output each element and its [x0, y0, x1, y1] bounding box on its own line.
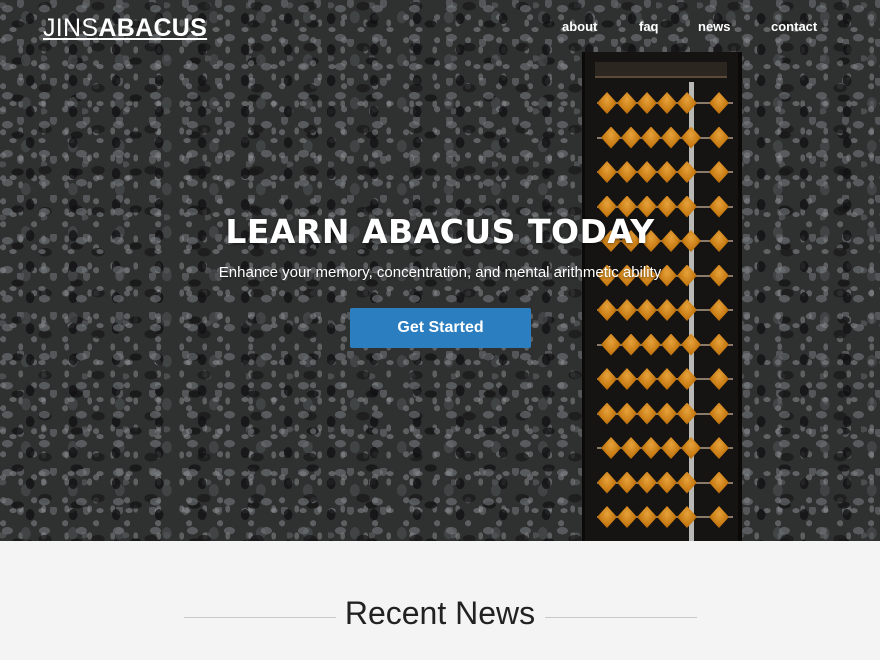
- abacus-bead: [677, 92, 697, 114]
- abacus-bead: [677, 299, 697, 321]
- abacus-bead: [597, 471, 617, 494]
- abacus-bead: [661, 126, 681, 149]
- abacus-bead: [677, 471, 697, 494]
- abacus-bead: [617, 506, 637, 528]
- abacus-bead: [681, 333, 701, 356]
- abacus-bead: [617, 368, 637, 390]
- abacus-bead: [637, 402, 657, 425]
- abacus-bead: [601, 333, 621, 356]
- abacus-bead: [601, 437, 621, 459]
- abacus-bead: [657, 92, 677, 114]
- abacus-bead: [621, 333, 641, 356]
- abacus-bead: [637, 506, 657, 528]
- abacus-bead: [597, 299, 617, 321]
- abacus-bead-row: [597, 299, 733, 321]
- abacus-bead: [637, 368, 657, 390]
- abacus-bead-row: [597, 92, 733, 114]
- abacus-bead: [657, 506, 677, 528]
- logo-light-text: JINS: [43, 14, 99, 42]
- abacus-bead: [677, 506, 697, 528]
- abacus-bead: [597, 161, 617, 183]
- abacus-bead: [621, 126, 641, 149]
- abacus-heaven-bead: [709, 471, 729, 494]
- abacus-bead: [637, 92, 657, 114]
- abacus-heaven-bead: [709, 92, 729, 114]
- abacus-heaven-bead: [709, 368, 729, 390]
- recent-news-heading: Recent News: [344, 595, 536, 631]
- abacus-bead: [661, 437, 681, 459]
- abacus-heaven-bead: [709, 333, 729, 356]
- abacus-bead: [617, 402, 637, 425]
- abacus-bead-row: [597, 126, 733, 149]
- abacus-bead: [637, 161, 657, 183]
- abacus-heaven-bead: [709, 299, 729, 321]
- abacus-bead: [677, 161, 697, 183]
- hero-section: JINSABACUS about faq news contact LEARN …: [0, 0, 880, 541]
- abacus-bead: [597, 92, 617, 114]
- abacus-bead-row: [597, 333, 733, 356]
- abacus-bead: [681, 437, 701, 459]
- abacus-bead: [597, 402, 617, 425]
- abacus-bead: [641, 333, 661, 356]
- nav-link-about[interactable]: about: [562, 19, 597, 34]
- abacus-bead: [641, 126, 661, 149]
- abacus-bead: [621, 437, 641, 459]
- logo-bold-text: ABACUS: [98, 14, 208, 42]
- abacus-bead-row: [597, 506, 733, 528]
- abacus-bead-row: [597, 368, 733, 390]
- abacus-bead: [661, 333, 681, 356]
- abacus-image: [582, 52, 742, 541]
- get-started-button[interactable]: Get Started: [350, 308, 531, 348]
- abacus-bead: [681, 126, 701, 149]
- abacus-bead: [657, 402, 677, 425]
- nav-link-contact[interactable]: contact: [771, 19, 817, 34]
- abacus-heaven-bead: [709, 437, 729, 459]
- site-logo[interactable]: JINSABACUS: [43, 14, 207, 43]
- abacus-bead: [617, 92, 637, 114]
- abacus-bead: [637, 471, 657, 494]
- abacus-bead: [597, 506, 617, 528]
- abacus-bead: [597, 368, 617, 390]
- abacus-frame-top: [595, 62, 727, 78]
- abacus-heaven-bead: [709, 506, 729, 528]
- abacus-heaven-bead: [709, 126, 729, 149]
- abacus-bead: [641, 437, 661, 459]
- abacus-bead: [637, 299, 657, 321]
- recent-news-section: Recent News: [0, 541, 880, 660]
- nav-link-faq[interactable]: faq: [639, 19, 659, 34]
- abacus-bead: [677, 368, 697, 390]
- abacus-bead: [617, 471, 637, 494]
- abacus-bead: [657, 471, 677, 494]
- hero-title: LEARN ABACUS TODAY: [225, 212, 655, 251]
- abacus-bead: [677, 402, 697, 425]
- abacus-bead: [601, 126, 621, 149]
- abacus-heaven-bead: [709, 161, 729, 183]
- abacus-bead-row: [597, 402, 733, 425]
- abacus-bead: [657, 299, 677, 321]
- abacus-bead: [657, 368, 677, 390]
- abacus-bead: [617, 161, 637, 183]
- nav-link-news[interactable]: news: [698, 19, 731, 34]
- abacus-heaven-bead: [709, 402, 729, 425]
- abacus-bead: [657, 161, 677, 183]
- abacus-bead-row: [597, 161, 733, 183]
- abacus-bead: [617, 299, 637, 321]
- abacus-bead-row: [597, 471, 733, 494]
- hero-subtitle: Enhance your memory, concentration, and …: [218, 264, 662, 281]
- news-divider-right: [545, 617, 697, 618]
- abacus-bead-row: [597, 437, 733, 459]
- top-navigation: JINSABACUS about faq news contact: [0, 0, 880, 56]
